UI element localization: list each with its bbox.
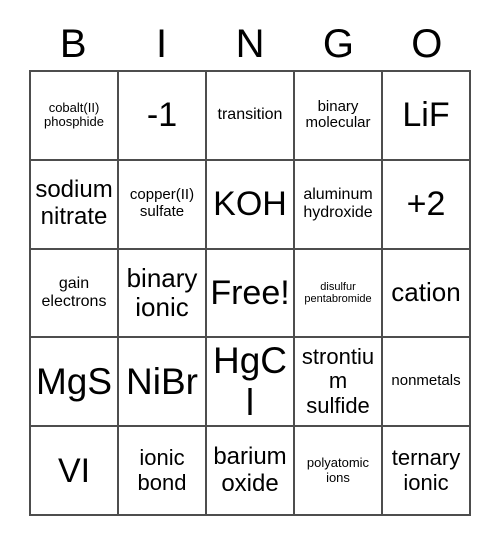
bingo-cell-g5[interactable]: polyatomic ions [295, 427, 383, 516]
bingo-header-row: B I N G O [29, 17, 471, 70]
bingo-cell-n2[interactable]: KOH [207, 160, 295, 250]
bingo-header-letter-n: N [235, 21, 265, 66]
bingo-cell-free-space[interactable]: Free! [207, 249, 295, 339]
bingo-cell-text: transition [217, 106, 283, 124]
bingo-header-letter-b: B [59, 21, 87, 66]
bingo-cell-b4[interactable]: MgS [31, 338, 119, 428]
bingo-cell-text: copper(II) sulfate [129, 186, 195, 221]
bingo-header-letter-g: G [322, 21, 354, 66]
bingo-cell-i2[interactable]: copper(II) sulfate [119, 160, 207, 250]
bingo-cell-text: VI [57, 451, 91, 490]
bingo-free-space-text: Free! [210, 273, 290, 312]
bingo-cell-text: NiBr [126, 361, 198, 403]
bingo-cell-i3[interactable]: binary ionic [119, 249, 207, 339]
bingo-cell-text: +2 [406, 185, 446, 224]
bingo-cell-i1[interactable]: -1 [119, 72, 207, 161]
bingo-cell-b2[interactable]: sodium nitrate [31, 160, 119, 250]
bingo-cell-n5[interactable]: barium oxide [207, 427, 295, 516]
bingo-cell-text: HgCl [212, 340, 288, 423]
bingo-cell-text: -1 [146, 96, 178, 135]
bingo-cell-text: binary molecular [305, 97, 371, 132]
bingo-cell-g1[interactable]: binary molecular [295, 72, 383, 161]
bingo-cell-o1[interactable]: LiF [383, 72, 471, 161]
bingo-cell-text: gain electrons [41, 275, 107, 310]
bingo-cell-b1[interactable]: cobalt(II) phosphide [31, 72, 119, 161]
bingo-cell-g2[interactable]: aluminum hydroxide [295, 160, 383, 250]
bingo-cell-text: MgS [35, 361, 113, 403]
bingo-cell-text: disulfur pentabromide [304, 280, 372, 305]
bingo-cell-text: LiF [402, 96, 450, 135]
bingo-cell-text: barium oxide [213, 442, 287, 497]
bingo-grid: cobalt(II) phosphide -1 transition binar… [29, 70, 471, 516]
bingo-cell-n1[interactable]: transition [207, 72, 295, 161]
bingo-cell-g4[interactable]: strontium sulfide [295, 338, 383, 428]
bingo-cell-text: strontium sulfide [301, 343, 375, 419]
bingo-card: B I N G O cobalt(II) phosphide -1 transi… [0, 0, 500, 544]
bingo-cell-text: KOH [213, 185, 287, 224]
bingo-header-letter-o: O [411, 21, 443, 66]
bingo-cell-text: polyatomic ions [306, 455, 370, 485]
bingo-cell-n4[interactable]: HgCl [207, 338, 295, 428]
bingo-cell-text: nonmetals [391, 372, 461, 390]
bingo-cell-b5[interactable]: VI [31, 427, 119, 516]
bingo-cell-text: cobalt(II) phosphide [44, 99, 104, 130]
bingo-cell-g3[interactable]: disulfur pentabromide [295, 249, 383, 339]
bingo-cell-text: ionic bond [137, 444, 187, 495]
bingo-cell-text: binary ionic [126, 262, 198, 322]
bingo-cell-o3[interactable]: cation [383, 249, 471, 339]
bingo-cell-i4[interactable]: NiBr [119, 338, 207, 428]
bingo-cell-o2[interactable]: +2 [383, 160, 471, 250]
bingo-cell-i5[interactable]: ionic bond [119, 427, 207, 516]
bingo-cell-text: sodium nitrate [35, 176, 113, 231]
bingo-cell-text: ternary ionic [391, 444, 461, 495]
bingo-cell-b3[interactable]: gain electrons [31, 249, 119, 339]
bingo-header-letter-i: I [156, 21, 168, 66]
bingo-cell-o4[interactable]: nonmetals [383, 338, 471, 428]
bingo-cell-o5[interactable]: ternary ionic [383, 427, 471, 516]
bingo-cell-text: aluminum hydroxide [303, 186, 373, 222]
bingo-cell-text: cation [391, 277, 461, 308]
